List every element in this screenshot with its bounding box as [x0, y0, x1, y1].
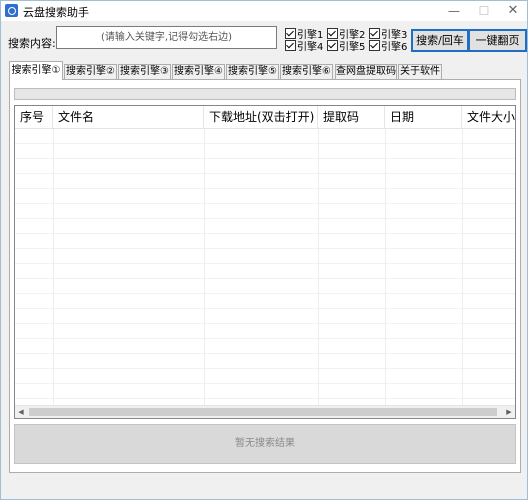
search-input[interactable]: (请输入关键字,记得勾选右边)	[56, 26, 277, 49]
window-title: 云盘搜索助手	[23, 6, 89, 19]
horizontal-scrollbar[interactable]: ◀ ▶	[15, 405, 515, 418]
engine-4-checkbox[interactable]: 引擎4	[285, 38, 323, 53]
engine-6-checkbox[interactable]: 引擎6	[369, 38, 407, 53]
checkbox-checked-icon	[327, 40, 338, 51]
tab-engine-4[interactable]: 搜索引擎④	[172, 64, 225, 79]
scroll-right-icon[interactable]: ▶	[503, 406, 515, 418]
tab-engine-5[interactable]: 搜索引擎⑤	[226, 64, 279, 79]
tab-about[interactable]: 关于软件	[398, 64, 442, 79]
column-divider	[53, 129, 54, 405]
next-page-button[interactable]: 一键翻页	[468, 29, 527, 52]
column-header-file-size[interactable]: 文件大小	[462, 106, 515, 128]
tab-panel: 序号 文件名 下载地址(双击打开) 提取码 日期 文件大小 ◀ ▶ 暂无搜索结果	[9, 79, 521, 473]
scrollbar-thumb[interactable]	[29, 408, 497, 416]
column-header-extract-code[interactable]: 提取码	[318, 106, 385, 128]
close-button[interactable]: ✕	[498, 1, 528, 21]
table-header: 序号 文件名 下载地址(双击打开) 提取码 日期 文件大小	[15, 106, 515, 129]
results-table[interactable]: 序号 文件名 下载地址(双击打开) 提取码 日期 文件大小 ◀ ▶	[14, 105, 516, 419]
engine-5-checkbox[interactable]: 引擎5	[327, 38, 365, 53]
search-progress-bar	[14, 88, 516, 100]
tab-engine-6[interactable]: 搜索引擎⑥	[280, 64, 333, 79]
table-body	[15, 129, 515, 405]
column-divider	[318, 129, 319, 405]
minimize-button[interactable]: —	[439, 1, 469, 21]
tab-engine-1[interactable]: 搜索引擎①	[9, 61, 63, 80]
column-header-index[interactable]: 序号	[15, 106, 53, 128]
title-bar: 云盘搜索助手 — ☐ ✕	[1, 1, 527, 21]
column-header-download-url[interactable]: 下载地址(双击打开)	[204, 106, 318, 128]
app-logo-icon	[5, 4, 18, 17]
column-divider	[204, 129, 205, 405]
checkbox-checked-icon	[285, 40, 296, 51]
tab-extract-code[interactable]: 查网盘提取码	[335, 64, 397, 79]
scroll-left-icon[interactable]: ◀	[15, 406, 27, 418]
engine-5-label: 引擎5	[339, 42, 366, 53]
tab-engine-2[interactable]: 搜索引擎②	[64, 64, 117, 79]
checkbox-checked-icon	[369, 40, 380, 51]
column-divider	[462, 129, 463, 405]
app-window: 云盘搜索助手 — ☐ ✕ 搜索内容: (请输入关键字,记得勾选右边) 引擎1 引…	[0, 0, 528, 500]
column-divider	[385, 129, 386, 405]
maximize-button[interactable]: ☐	[469, 1, 499, 21]
empty-result-status: 暂无搜索结果	[14, 424, 516, 464]
column-header-filename[interactable]: 文件名	[53, 106, 204, 128]
search-label: 搜索内容:	[8, 37, 56, 50]
engine-6-label: 引擎6	[381, 42, 408, 53]
tab-engine-3[interactable]: 搜索引擎③	[118, 64, 171, 79]
engine-4-label: 引擎4	[297, 42, 324, 53]
column-header-date[interactable]: 日期	[385, 106, 462, 128]
search-button[interactable]: 搜索/回车	[411, 29, 469, 52]
